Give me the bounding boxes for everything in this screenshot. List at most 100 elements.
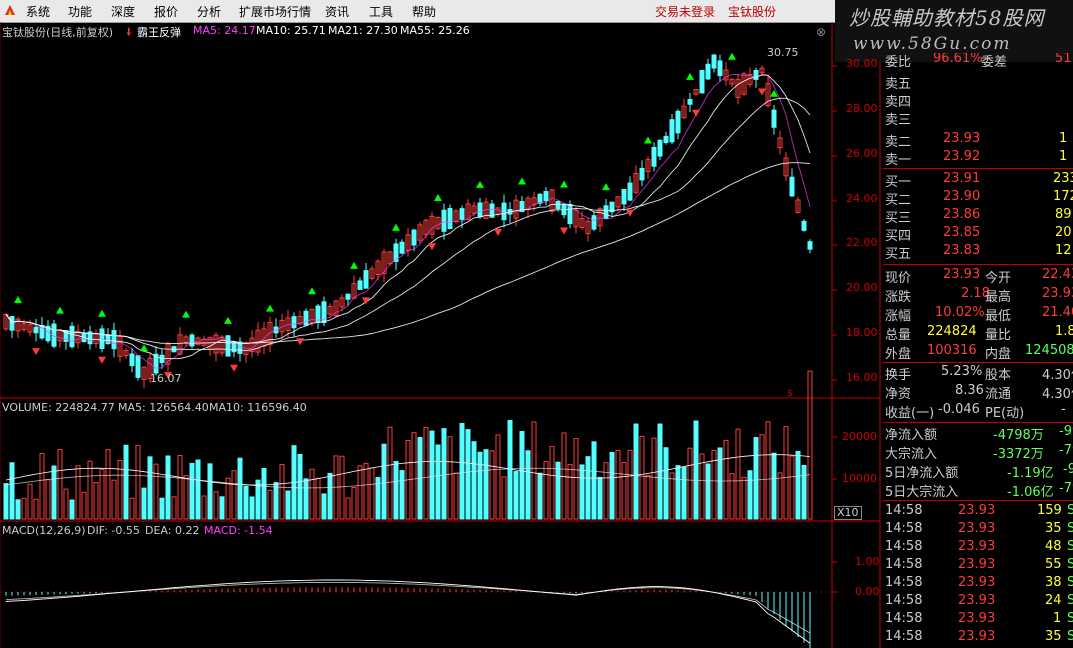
- volume-bar: [441, 428, 447, 520]
- volume-bar: [705, 463, 711, 520]
- volume-bar: [3, 483, 9, 520]
- buy3-row: 买三 23.86 89: [885, 207, 1072, 226]
- volume-bar: [369, 467, 375, 520]
- volume-bar: [123, 444, 129, 520]
- volume-bar: [519, 431, 525, 520]
- volume-bar: [567, 464, 573, 520]
- candle-body: [771, 109, 777, 128]
- volume-bar: [39, 453, 45, 520]
- volume-bar: [135, 444, 141, 520]
- ma-line: [5, 74, 811, 360]
- candle-body: [657, 139, 663, 157]
- volume-bar: [603, 462, 609, 520]
- up-signal-arrow: [308, 287, 316, 295]
- candle-body: [69, 325, 75, 348]
- price-tick: 22.00: [846, 236, 878, 249]
- indicator-name[interactable]: 霸王反弹: [137, 24, 181, 40]
- volume-bar: [249, 496, 255, 520]
- volume-bar: [63, 488, 69, 520]
- ma5-label: MA5: 24.17: [193, 24, 256, 37]
- volume-bar: [687, 447, 693, 520]
- sell4-row: 卖四: [885, 95, 912, 110]
- sell1-row: 卖一 23.92 1: [885, 149, 1068, 168]
- stat-row: 涨跌2.18最高23.93: [885, 286, 1073, 305]
- tick-row: 14:58 23.93 1 S: [885, 611, 1073, 626]
- volume-bar: [495, 434, 501, 520]
- volume-bar: [453, 472, 459, 520]
- volume-bar: [351, 486, 357, 520]
- volume-bar: [399, 470, 405, 520]
- candle-body: [675, 110, 681, 134]
- down-signal-arrow: [230, 364, 238, 372]
- volume-bar: [735, 428, 741, 520]
- volume-bar: [357, 465, 363, 520]
- volume-bar: [237, 457, 243, 520]
- volume-bar: [9, 462, 15, 520]
- tick-row: 14:58 23.93 24 S: [885, 593, 1073, 608]
- volume-bar: [477, 451, 483, 520]
- volume-bar: [585, 456, 591, 520]
- volume-bar: [309, 468, 315, 520]
- volume-bar: [507, 420, 513, 520]
- volume-bar: [303, 478, 309, 520]
- candle-body: [705, 63, 711, 80]
- candle-body: [459, 208, 465, 220]
- volume-bar: [171, 496, 177, 520]
- candle-body: [789, 176, 795, 197]
- volume-bar: [363, 462, 369, 520]
- volume-bar: [471, 441, 477, 520]
- volume-tick: 10000: [842, 472, 877, 485]
- candle-body: [159, 354, 165, 363]
- volume-bar: [393, 460, 399, 520]
- volume-bar: [765, 421, 771, 520]
- tick-row: 14:58 23.93 35 S: [885, 629, 1073, 644]
- volume-bar: [741, 476, 747, 520]
- flow-divider: [883, 422, 1073, 423]
- down-signal-arrow: [692, 109, 700, 117]
- volume-bar: [147, 456, 153, 520]
- volume-ma10: MA10: 116596.40: [209, 401, 307, 414]
- volume-bar: [75, 465, 81, 520]
- price-tick: 28.00: [846, 102, 878, 115]
- price-tick: 16.00: [846, 371, 878, 384]
- price-tick: 24.00: [846, 192, 878, 205]
- up-signal-arrow: [476, 180, 484, 188]
- stats2-divider: [883, 362, 1073, 363]
- down-signal-arrow: [428, 243, 436, 251]
- up-signal-arrow: [602, 183, 610, 191]
- s-mark: s: [787, 386, 793, 399]
- candle-body: [411, 229, 417, 246]
- volume-bar: [615, 449, 621, 520]
- volume-bar: [57, 448, 63, 520]
- tick-row: 14:58 23.93 48 S: [885, 539, 1073, 554]
- volume-bar: [699, 453, 705, 520]
- volume-bar: [627, 449, 633, 520]
- candle-body: [543, 191, 549, 202]
- volume-bar: [489, 450, 495, 520]
- candle-body: [591, 215, 597, 230]
- price-tick: 30.00: [846, 57, 878, 70]
- volume-bar: [273, 482, 279, 520]
- volume-bar: [315, 477, 321, 520]
- flow-row: 净流入额-4798万-99: [885, 424, 1073, 443]
- price-tick: 20.00: [846, 281, 878, 294]
- volume-bar: [597, 476, 603, 520]
- flow-row: 大宗流入-3372万-79: [885, 443, 1073, 462]
- candle-body: [753, 69, 759, 80]
- volume-bar: [543, 461, 549, 520]
- candle-body: [651, 146, 657, 167]
- volume-unit-label: X10: [834, 506, 862, 520]
- volume-bar: [579, 464, 585, 520]
- volume-bar: [183, 475, 189, 520]
- macd-title: MACD(12,26,9): [2, 524, 86, 537]
- volume-bar: [639, 435, 645, 520]
- candle-body: [555, 201, 561, 210]
- stat-row: 换手5.23%股本4.30亿: [885, 364, 1073, 383]
- volume-bar: [411, 432, 417, 520]
- candle-body: [99, 328, 105, 349]
- volume-bar: [87, 460, 93, 520]
- close-icon[interactable]: ⊗: [816, 25, 826, 39]
- candle-body: [135, 355, 141, 378]
- candle-body: [357, 280, 363, 290]
- candle-body: [363, 270, 369, 289]
